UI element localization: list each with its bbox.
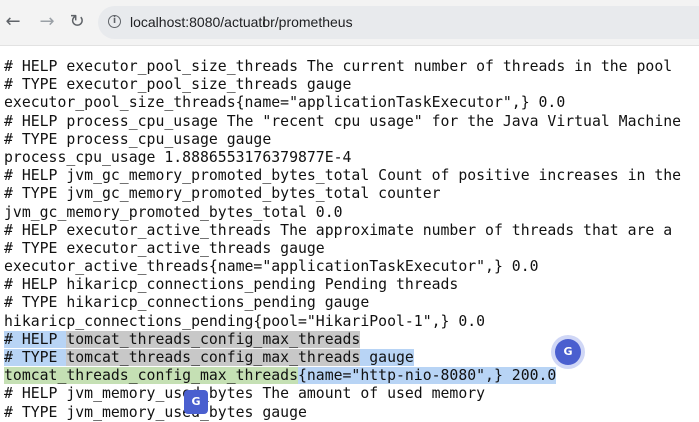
selected-line-help: # HELP tomcat_threads_config_max_threads — [4, 330, 699, 349]
google-translate-icon[interactable]: G — [555, 339, 581, 365]
selected-text: # HELP — [4, 330, 67, 348]
metrics-page: # HELP executor_pool_size_threads The cu… — [0, 58, 699, 422]
forward-arrow-icon[interactable]: → — [36, 11, 58, 33]
address-bar[interactable]: i localhost:8080/actuator/prometheus — [98, 6, 699, 39]
metric-line: # TYPE jvm_memory_used_bytes gauge — [4, 403, 307, 421]
selected-text: gauge — [360, 349, 414, 366]
text-cursor-icon: I — [262, 15, 266, 31]
selected-line-type: # TYPE tomcat_threads_config_max_threads… — [4, 349, 699, 367]
selected-metric-name: tomcat_threads_config_max_threads — [66, 330, 361, 348]
metric-line: executor_pool_size_threads{name="applica… — [4, 94, 566, 112]
selected-text: # TYPE — [4, 349, 67, 366]
metrics-text: # HELP executor_pool_size_threads The cu… — [0, 58, 699, 422]
back-arrow-icon[interactable]: ← — [2, 11, 24, 33]
selected-metric-name: tomcat_threads_config_max_threads — [4, 367, 298, 385]
info-icon[interactable]: i — [108, 15, 121, 28]
metric-line: # HELP executor_pool_size_threads The cu… — [4, 58, 673, 75]
selected-line-value: tomcat_threads_config_max_threads{name="… — [4, 367, 699, 385]
metric-line: process_cpu_usage 1.8886553176379877E-4 — [4, 148, 352, 166]
url-text[interactable]: localhost:8080/actuator/prometheus — [130, 14, 353, 30]
metric-line: # TYPE jvm_gc_memory_promoted_bytes_tota… — [4, 185, 441, 203]
reload-icon[interactable]: ↻ — [66, 11, 88, 33]
google-translate-icon[interactable]: G — [184, 390, 208, 414]
metric-line: # TYPE executor_pool_size_threads gauge — [4, 76, 352, 94]
selected-metric-name: tomcat_threads_config_max_threads — [66, 349, 361, 366]
metric-line: hikaricp_connections_pending{pool="Hikar… — [4, 312, 486, 330]
metric-line: # HELP jvm_memory_used_bytes The amount … — [4, 385, 486, 403]
metric-line: jvm_gc_memory_promoted_bytes_total 0.0 — [4, 203, 343, 221]
metric-line: executor_active_threads{name="applicatio… — [4, 258, 539, 276]
metric-line: # HELP executor_active_threads The appro… — [4, 221, 673, 239]
metric-line: # TYPE process_cpu_usage gauge — [4, 130, 272, 148]
metric-line: # TYPE hikaricp_connections_pending gaug… — [4, 294, 370, 312]
metric-line: # HELP process_cpu_usage The "recent cpu… — [4, 112, 682, 130]
browser-toolbar: ← → ↻ i localhost:8080/actuator/promethe… — [0, 0, 699, 46]
metric-line: # HELP jvm_gc_memory_promoted_bytes_tota… — [4, 167, 682, 185]
selected-text: {name="http-nio-8080",} 200.0 — [297, 367, 557, 385]
metric-line: # HELP hikaricp_connections_pending Pend… — [4, 276, 459, 294]
metric-line: # TYPE executor_active_threads gauge — [4, 239, 325, 257]
